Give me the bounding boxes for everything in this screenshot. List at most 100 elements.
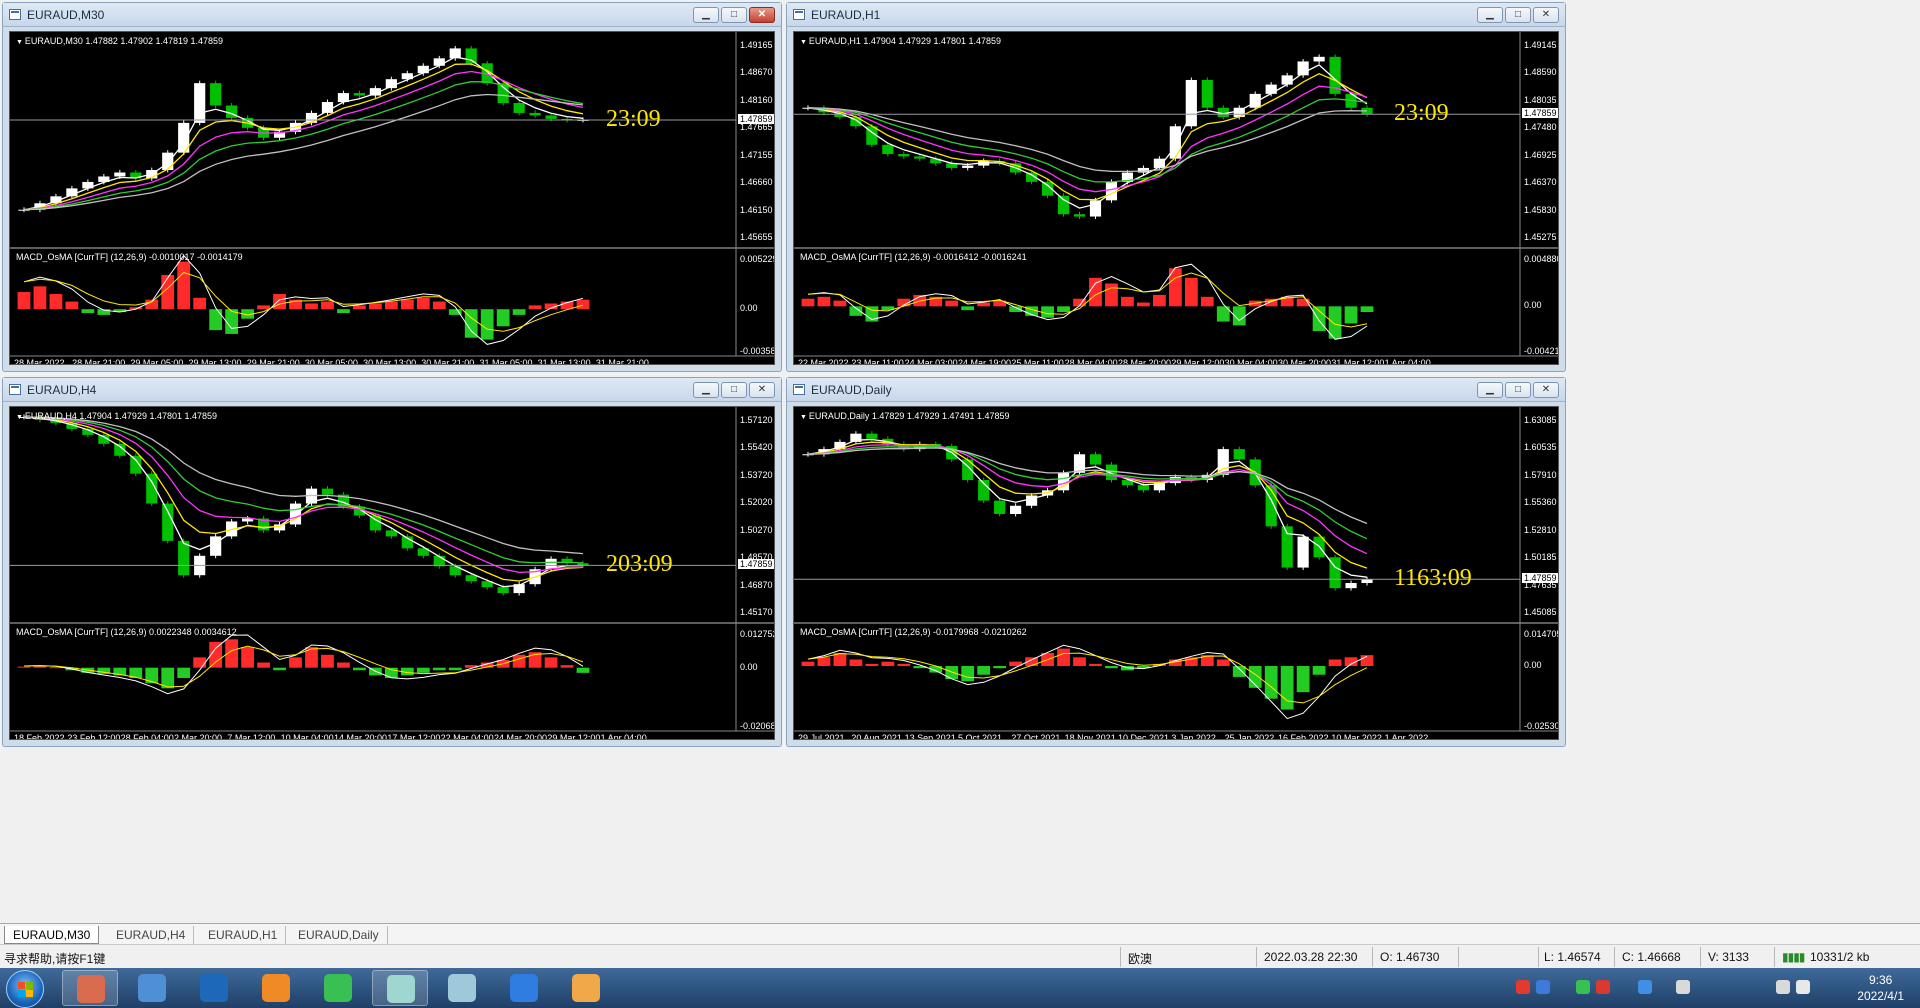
- taskbar-app-button[interactable]: [496, 970, 552, 1006]
- maximize-button[interactable]: □: [721, 382, 747, 398]
- window-titlebar[interactable]: EURAUD,H1 ▁ □ ✕: [787, 3, 1565, 27]
- price-axis-tick: 1.45830: [1524, 204, 1557, 215]
- macd-histogram-bar: [496, 309, 510, 327]
- chart-canvas[interactable]: EURAUD,H1 1.47904 1.47929 1.47801 1.4785…: [793, 31, 1559, 365]
- tray-icon-speaker[interactable]: [1676, 980, 1690, 994]
- candle-body: [465, 575, 477, 582]
- close-button[interactable]: ✕: [749, 7, 775, 23]
- tab-euraud-daily[interactable]: EURAUD,Daily: [290, 926, 388, 944]
- taskbar-app-button[interactable]: [558, 970, 614, 1006]
- chart-window-icon: [793, 384, 805, 395]
- window-titlebar[interactable]: EURAUD,Daily ▁ □ ✕: [787, 378, 1565, 402]
- time-axis-tick: 18 Nov 2021: [1064, 733, 1116, 740]
- candle-body: [513, 103, 525, 113]
- chart-canvas[interactable]: EURAUD,Daily 1.47829 1.47929 1.47491 1.4…: [793, 406, 1559, 740]
- close-button[interactable]: ✕: [749, 382, 775, 398]
- current-price-tag: 1.47859: [738, 113, 774, 124]
- time-axis-tick: 23 Mar 11:00: [851, 358, 904, 365]
- tray-icon-wps[interactable]: [1596, 980, 1610, 994]
- tab-euraud-h1[interactable]: EURAUD,H1: [200, 926, 287, 944]
- taskbar-app-button[interactable]: [186, 970, 242, 1006]
- tab-euraud-m30[interactable]: EURAUD,M30: [4, 926, 100, 944]
- time-axis-tick: 28 Mar 21:00: [72, 358, 126, 365]
- time-axis-tick: 29 Mar 12:00: [1171, 358, 1225, 365]
- maximize-button[interactable]: □: [1505, 382, 1531, 398]
- tray-icon-volume[interactable]: [1796, 980, 1810, 994]
- time-axis-tick: 3 Jan 2022: [1171, 733, 1216, 740]
- symbol-ohlc-label: EURAUD,M30 1.47882 1.47902 1.47819 1.478…: [16, 36, 223, 46]
- price-chart-svg[interactable]: [794, 32, 1559, 365]
- minimize-button[interactable]: ▁: [693, 7, 719, 23]
- taskbar-app-button[interactable]: [310, 970, 366, 1006]
- taskbar-app-button[interactable]: [372, 970, 428, 1006]
- taskbar-app-button[interactable]: [124, 970, 180, 1006]
- price-axis-tick: 1.45275: [1524, 232, 1557, 242]
- close-button[interactable]: ✕: [1533, 382, 1559, 398]
- time-axis-tick: 28 Feb 04:00: [120, 733, 174, 740]
- status-profile[interactable]: 欧澳: [1128, 950, 1152, 967]
- chart-window-daily[interactable]: EURAUD,Daily ▁ □ ✕ EURAUD,Daily 1.47829 …: [786, 377, 1566, 747]
- tray-icon-shield[interactable]: [1638, 980, 1652, 994]
- macd-axis-tick: 0.00: [740, 661, 758, 672]
- macd-histogram-bar: [400, 299, 414, 310]
- taskbar-clock[interactable]: 9:36 2022/4/1: [1857, 972, 1904, 1004]
- status-close: C: 1.46668: [1622, 950, 1681, 964]
- chart-window-h1[interactable]: EURAUD,H1 ▁ □ ✕ EURAUD,H1 1.47904 1.4792…: [786, 2, 1566, 372]
- window-titlebar[interactable]: EURAUD,M30 ▁ □ ✕: [3, 3, 781, 27]
- tray-icon-sogou[interactable]: [1516, 980, 1530, 994]
- window-title: EURAUD,H4: [27, 383, 97, 397]
- network-icon: [138, 974, 166, 1002]
- tray-icon-wechat[interactable]: [1576, 980, 1590, 994]
- moving-average-line: [807, 85, 1368, 193]
- time-axis-tick: 29 Mar 13:00: [188, 358, 242, 365]
- macd-histogram-bar: [384, 301, 398, 310]
- taskbar-app-button[interactable]: [434, 970, 490, 1006]
- chart-tabs-bar: EURAUD,M30 EURAUD,H4 EURAUD,H1 EURAUD,Da…: [0, 923, 1920, 944]
- chart-canvas[interactable]: EURAUD,M30 1.47882 1.47902 1.47819 1.478…: [9, 31, 775, 365]
- taskbar-app-button[interactable]: [62, 970, 118, 1006]
- window-titlebar[interactable]: EURAUD,H4 ▁ □ ✕: [3, 378, 781, 402]
- macd-axis-tick: -0.004212: [1524, 346, 1558, 356]
- candle-body: [385, 530, 397, 537]
- time-axis-tick: 10 Dec 2021: [1118, 733, 1170, 740]
- mt4-application: EURAUD,M30 ▁ □ ✕ EURAUD,M30 1.47882 1.47…: [0, 0, 1920, 1008]
- chart-window-m30[interactable]: EURAUD,M30 ▁ □ ✕ EURAUD,M30 1.47882 1.47…: [2, 2, 782, 372]
- minimize-button[interactable]: ▁: [1477, 7, 1503, 23]
- candle-body: [1281, 75, 1293, 85]
- macd-histogram-bar: [1152, 294, 1166, 307]
- chart-window-h4[interactable]: EURAUD,H4 ▁ □ ✕ EURAUD,H4 1.47904 1.4792…: [2, 377, 782, 747]
- minimize-button[interactable]: ▁: [1477, 382, 1503, 398]
- tray-icon-network[interactable]: [1776, 980, 1790, 994]
- macd-axis-tick: 0.00: [740, 303, 758, 314]
- start-button[interactable]: [6, 970, 44, 1008]
- minimize-button[interactable]: ▁: [693, 382, 719, 398]
- candle-body: [1185, 79, 1197, 127]
- maximize-button[interactable]: □: [721, 7, 747, 23]
- tray-icon-help[interactable]: [1536, 980, 1550, 994]
- feather-icon: [510, 974, 538, 1002]
- connection-bars-icon[interactable]: ▮▮▮▮: [1782, 950, 1805, 964]
- chart-window-icon: [9, 9, 21, 20]
- time-axis-tick: 25 Jan 2022: [1224, 733, 1275, 740]
- macd-histogram-bar: [368, 303, 382, 310]
- tab-euraud-h4[interactable]: EURAUD,H4: [108, 926, 195, 944]
- price-chart-svg[interactable]: [10, 32, 775, 365]
- wechat-icon: [324, 974, 352, 1002]
- macd-histogram-bar: [801, 661, 815, 667]
- maximize-button[interactable]: □: [1505, 7, 1531, 23]
- time-axis-tick: 23 Feb 12:00: [67, 733, 121, 740]
- taskbar-app-button[interactable]: [248, 970, 304, 1006]
- price-axis-tick: 1.55360: [1524, 497, 1557, 508]
- time-axis-tick: 10 Mar 04:00: [280, 733, 334, 740]
- time-axis-tick: 24 Mar 20:00: [494, 733, 548, 740]
- price-axis-tick: 1.52020: [740, 497, 773, 508]
- macd-histogram-bar: [337, 309, 350, 313]
- macd-histogram-bar: [193, 297, 207, 310]
- clock-date: 2022/4/1: [1857, 989, 1904, 1003]
- macd-histogram-bar: [1073, 657, 1086, 667]
- macd-histogram-bar: [1089, 663, 1102, 667]
- status-datetime: 2022.03.28 22:30: [1264, 950, 1358, 964]
- glass-icon: [448, 974, 476, 1002]
- chart-canvas[interactable]: EURAUD,H4 1.47904 1.47929 1.47801 1.4785…: [9, 406, 775, 740]
- close-button[interactable]: ✕: [1533, 7, 1559, 23]
